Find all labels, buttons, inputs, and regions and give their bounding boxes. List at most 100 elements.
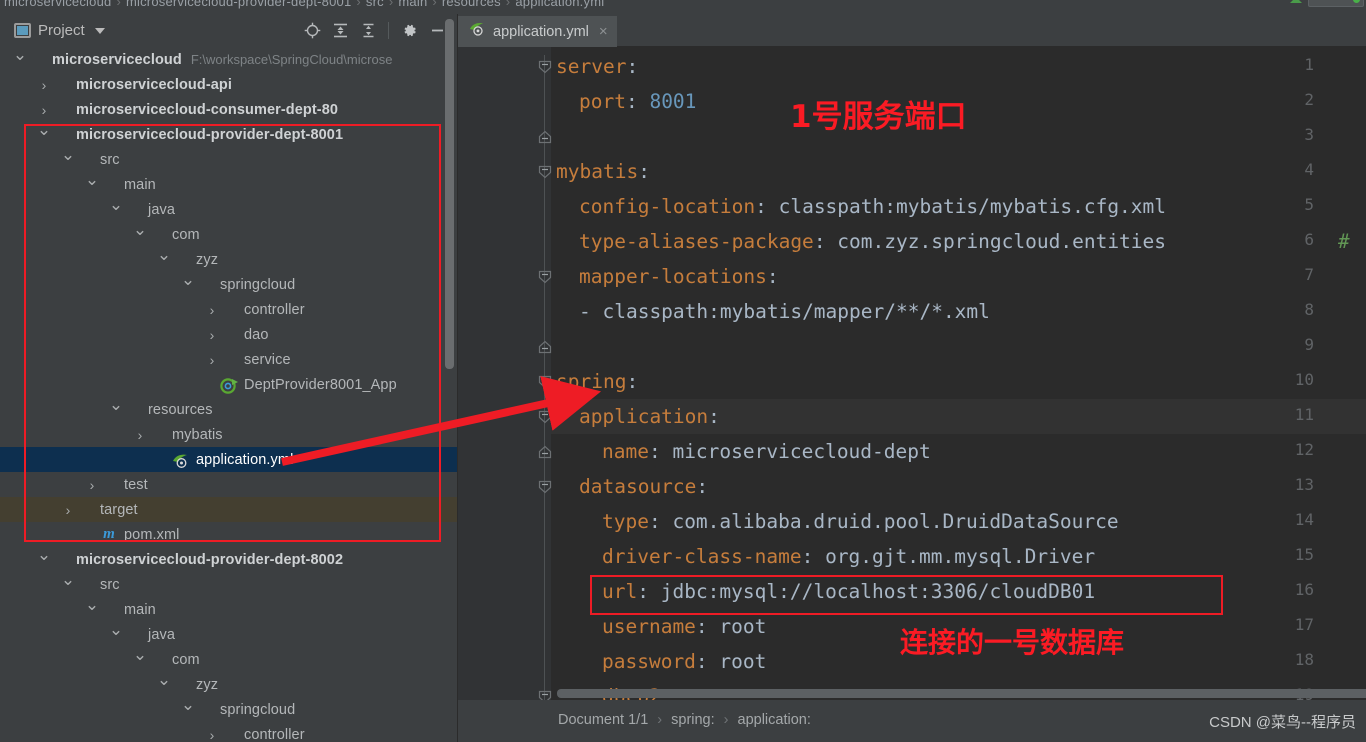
chevron-down-icon[interactable]: ⌄ bbox=[180, 695, 196, 715]
chevron-right-icon[interactable]: › bbox=[132, 427, 148, 443]
tree-row-deptprovider8001-app[interactable]: DeptProvider8001_App bbox=[0, 372, 457, 397]
fold-end-icon[interactable] bbox=[538, 445, 552, 459]
fold-end-icon[interactable] bbox=[538, 130, 552, 144]
chevron-right-icon[interactable]: › bbox=[204, 302, 220, 318]
chevron-down-icon[interactable]: ⌄ bbox=[180, 270, 196, 290]
chevron-down-icon[interactable]: ⌄ bbox=[12, 47, 28, 65]
chevron-down-icon[interactable]: ⌄ bbox=[108, 195, 124, 215]
breadcrumb-item[interactable]: src bbox=[366, 0, 384, 9]
tree-row-microservicecloud[interactable]: ⌄ microservicecloud F:\workspace\SpringClo… bbox=[0, 47, 457, 72]
chevron-down-icon[interactable]: ⌄ bbox=[84, 595, 100, 615]
breadcrumb-item[interactable]: application.yml bbox=[515, 0, 604, 9]
tree-row-zyz[interactable]: ⌄ zyz bbox=[0, 670, 457, 697]
code-line-4[interactable]: mybatis: bbox=[556, 154, 650, 189]
project-tree-scrollbar[interactable] bbox=[445, 19, 454, 369]
code-line-10[interactable]: spring: bbox=[556, 364, 638, 399]
chevron-right-icon[interactable]: › bbox=[204, 352, 220, 368]
tree-row-controller[interactable]: › controller bbox=[0, 722, 457, 742]
chevron-down-icon[interactable]: ⌄ bbox=[132, 220, 148, 240]
code-line-14[interactable]: type: com.alibaba.druid.pool.DruidDataSo… bbox=[602, 504, 1119, 539]
settings-gear-icon[interactable] bbox=[398, 20, 420, 42]
code-line-5[interactable]: config-location: classpath:mybatis/mybat… bbox=[579, 189, 1166, 224]
editor-horizontal-scrollbar[interactable] bbox=[557, 689, 1366, 698]
code-line-6[interactable]: type-aliases-package: com.zyz.springclou… bbox=[579, 224, 1166, 259]
code-line-11[interactable]: application: bbox=[579, 399, 720, 434]
fold-collapse-icon[interactable] bbox=[538, 410, 552, 424]
tree-row-microservicecloud-api[interactable]: › microservicecloud-api bbox=[0, 72, 457, 97]
project-tree[interactable]: ⌄ microservicecloud F:\workspace\SpringClo… bbox=[0, 47, 457, 742]
tree-row-main[interactable]: ⌄ main bbox=[0, 595, 457, 622]
chevron-down-icon[interactable] bbox=[94, 27, 105, 34]
chevron-down-icon[interactable]: ⌄ bbox=[36, 545, 52, 565]
chevron-right-icon[interactable]: › bbox=[84, 477, 100, 493]
code-line-1[interactable]: server: bbox=[556, 49, 638, 84]
chevron-down-icon[interactable]: ⌄ bbox=[156, 670, 172, 690]
breadcrumb[interactable]: microservicecloud › microservicecloud-prov… bbox=[4, 0, 604, 9]
editor-gutter[interactable] bbox=[458, 47, 551, 700]
code-line-15[interactable]: driver-class-name: org.gjt.mm.mysql.Driv… bbox=[602, 539, 1095, 574]
chevron-down-icon[interactable]: ⌄ bbox=[60, 145, 76, 165]
chevron-right-icon[interactable]: › bbox=[36, 77, 52, 93]
code-line-7[interactable]: mapper-locations: bbox=[579, 259, 779, 294]
tree-row-com[interactable]: ⌄ com bbox=[0, 645, 457, 672]
code-line-18[interactable]: password: root bbox=[602, 644, 766, 679]
tree-row-src[interactable]: ⌄ src bbox=[0, 570, 457, 597]
chevron-down-icon[interactable]: ⌄ bbox=[132, 645, 148, 665]
chevron-down-icon[interactable]: ⌄ bbox=[36, 120, 52, 140]
fold-collapse-icon[interactable] bbox=[538, 270, 552, 284]
fold-collapse-icon[interactable] bbox=[538, 480, 552, 494]
project-title-group[interactable]: Project bbox=[0, 22, 105, 39]
chevron-right-icon[interactable]: › bbox=[36, 102, 52, 118]
chevron-right-icon[interactable]: › bbox=[204, 327, 220, 343]
tree-row-microservicecloud-consumer-dept-80[interactable]: › microservicecloud-consumer-dept-80 bbox=[0, 97, 457, 122]
chevron-down-icon[interactable]: ⌄ bbox=[84, 170, 100, 190]
expand-all-icon[interactable] bbox=[329, 20, 351, 42]
breadcrumb-item[interactable]: main bbox=[398, 0, 427, 9]
tree-row-target[interactable]: › target bbox=[0, 497, 457, 522]
tree-row-java[interactable]: ⌄ java bbox=[0, 620, 457, 647]
breadcrumb-item[interactable]: microservicecloud-provider-dept-8001 bbox=[126, 0, 351, 9]
tree-row-springcloud[interactable]: ⌄ springcloud bbox=[0, 695, 457, 722]
breadcrumb-item[interactable]: resources bbox=[442, 0, 501, 9]
fold-collapse-icon[interactable] bbox=[538, 165, 552, 179]
tree-row-mybatis[interactable]: › mybatis bbox=[0, 422, 457, 447]
code-line-8[interactable]: - classpath:mybatis/mapper/**/*.xml bbox=[579, 294, 990, 329]
status-crumb-application[interactable]: application: bbox=[738, 712, 811, 728]
tree-row-pom-xml[interactable]: m pom.xml bbox=[0, 522, 457, 547]
tree-row-service[interactable]: › service bbox=[0, 347, 457, 372]
code-line-16[interactable]: url: jdbc:mysql://localhost:3306/cloudDB… bbox=[602, 574, 1095, 609]
code-line-13[interactable]: datasource: bbox=[579, 469, 708, 504]
tab-application-yml[interactable]: application.yml × bbox=[458, 16, 617, 49]
chevron-down-icon[interactable]: ⌄ bbox=[156, 245, 172, 265]
tree-row-java[interactable]: ⌄ java bbox=[0, 195, 457, 222]
tree-row-resources[interactable]: ⌄ resources bbox=[0, 395, 457, 422]
run-config-icon[interactable] bbox=[1290, 0, 1302, 3]
tree-row-test[interactable]: › test bbox=[0, 472, 457, 497]
fold-collapse-icon[interactable] bbox=[538, 60, 552, 74]
tree-row-microservicecloud-provider-dept-8002[interactable]: ⌄ microservicecloud-provider-dept-8002 bbox=[0, 545, 457, 572]
tree-row-main[interactable]: ⌄ main bbox=[0, 170, 457, 197]
chevron-right-icon[interactable]: › bbox=[204, 727, 220, 742]
code-editor[interactable]: 1 server: 2 port: 8001 3 4 mybatis: 5 config-loc… bbox=[458, 47, 1366, 700]
locate-icon[interactable] bbox=[301, 20, 323, 42]
tree-row-application-yml[interactable]: application.yml bbox=[0, 447, 457, 472]
tree-row-com[interactable]: ⌄ com bbox=[0, 220, 457, 247]
code-line-12[interactable]: name: microservicecloud-dept bbox=[602, 434, 931, 469]
tree-row-springcloud[interactable]: ⌄ springcloud bbox=[0, 270, 457, 297]
tree-row-controller[interactable]: › controller bbox=[0, 297, 457, 322]
status-crumb-spring[interactable]: spring: bbox=[671, 712, 715, 728]
chevron-down-icon[interactable]: ⌄ bbox=[60, 570, 76, 590]
fold-collapse-icon[interactable] bbox=[538, 690, 552, 700]
breadcrumb-item[interactable]: microservicecloud bbox=[4, 0, 111, 9]
code-line-17[interactable]: username: root bbox=[602, 609, 766, 644]
close-icon[interactable]: × bbox=[596, 23, 608, 40]
fold-end-icon[interactable] bbox=[538, 340, 552, 354]
search-everywhere-box[interactable] bbox=[1308, 0, 1364, 7]
fold-collapse-icon[interactable] bbox=[538, 375, 552, 389]
collapse-all-icon[interactable] bbox=[357, 20, 379, 42]
chevron-down-icon[interactable]: ⌄ bbox=[108, 620, 124, 640]
tree-row-src[interactable]: ⌄ src bbox=[0, 145, 457, 172]
chevron-right-icon[interactable]: › bbox=[60, 502, 76, 518]
tree-row-microservicecloud-provider-dept-8001[interactable]: ⌄ microservicecloud-provider-dept-8001 bbox=[0, 120, 457, 147]
tree-row-zyz[interactable]: ⌄ zyz bbox=[0, 245, 457, 272]
